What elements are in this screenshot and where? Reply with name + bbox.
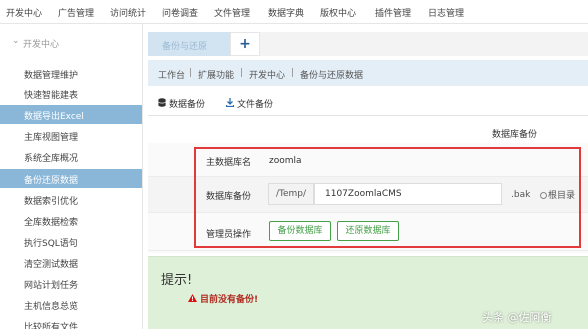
tab-label: 备份与还原 xyxy=(162,42,208,52)
menu-ads[interactable]: 广告管理 xyxy=(58,6,94,19)
breadcrumb-separator: | xyxy=(189,68,193,78)
sidebar-item-label: 比较所有文件 xyxy=(24,323,79,329)
sidebar-header[interactable]: ⌄ 开发中心 xyxy=(0,36,142,52)
sidebar-item-system-overview[interactable]: 系统全库概况 xyxy=(0,147,142,166)
notice-title: 提示! xyxy=(161,273,193,288)
sidebar-item-label: 主库视图管理 xyxy=(24,133,79,143)
sidebar-item-clear-test-data[interactable]: 清空测试数据 xyxy=(0,253,142,272)
sidebar-item-quick-table[interactable]: 快速智能建表 xyxy=(0,84,142,103)
sidebar-item-compare-files[interactable]: 比较所有文件 xyxy=(0,316,142,329)
notice-message: 目前没有备份! xyxy=(200,295,259,305)
sidebar-item-label: 数据导出Excel xyxy=(24,112,84,122)
sidebar-item-label: 数据索引优化 xyxy=(24,197,79,207)
watermark-text: 头条 @佐阿衡 xyxy=(482,311,552,324)
sidebar: ⌄ 开发中心 数据管理维护 快速智能建表 数据导出Excel 主库视图管理 系统… xyxy=(0,24,143,329)
database-icon xyxy=(158,98,166,110)
sidebar-item-view-management[interactable]: 主库视图管理 xyxy=(0,126,142,145)
add-tab-button[interactable]: + xyxy=(230,32,260,56)
sidebar-item-scheduled-tasks[interactable]: 网站计划任务 xyxy=(0,274,142,293)
tab-db-backup-label: 数据备份 xyxy=(169,100,206,110)
sidebar-item-backup-restore[interactable]: 备份还原数据 xyxy=(0,169,142,188)
breadcrumb-current: 备份与还原数据 xyxy=(300,71,364,81)
sidebar-item-label: 系统全库概况 xyxy=(24,154,79,164)
breadcrumb-separator: | xyxy=(291,68,295,78)
notice-message-row: 目前没有备份! xyxy=(188,292,258,305)
sidebar-header-label: 开发中心 xyxy=(23,40,60,50)
tab-backup-restore[interactable]: 备份与还原 xyxy=(148,32,230,56)
section-title-text: 数据库备份 xyxy=(492,130,538,140)
sidebar-item-index-optimize[interactable]: 数据索引优化 xyxy=(0,190,142,209)
tab-file-backup[interactable]: 文件备份 xyxy=(225,97,274,115)
sidebar-item-label: 主机信息总览 xyxy=(24,302,79,312)
sidebar-item-export-excel[interactable]: 数据导出Excel xyxy=(0,105,142,124)
chevron-down-icon: ⌄ xyxy=(12,36,20,46)
tab-db-backup[interactable]: 数据备份 xyxy=(158,97,206,115)
menu-files[interactable]: 文件管理 xyxy=(214,6,250,19)
highlight-box xyxy=(194,147,581,248)
tab-file-backup-label: 文件备份 xyxy=(237,100,274,110)
sidebar-item-exec-sql[interactable]: 执行SQL语句 xyxy=(0,232,142,251)
breadcrumb-extensions[interactable]: 扩展功能 xyxy=(198,68,234,81)
menu-survey[interactable]: 问卷调查 xyxy=(162,6,198,19)
top-menu-bar: 开发中心 广告管理 访问统计 问卷调查 文件管理 数据字典 版权中心 插件管理 … xyxy=(0,0,588,24)
warning-icon xyxy=(188,294,197,305)
tab-strip: 备份与还原 + xyxy=(148,32,588,56)
sidebar-item-label: 网站计划任务 xyxy=(24,281,79,291)
sidebar-item-label: 清空测试数据 xyxy=(24,260,79,270)
menu-logs[interactable]: 日志管理 xyxy=(428,6,464,19)
section-title: 数据库备份 xyxy=(148,124,588,142)
sidebar-item-label: 备份还原数据 xyxy=(24,176,79,186)
breadcrumb-separator: | xyxy=(240,68,244,78)
sidebar-item-label: 执行SQL语句 xyxy=(24,239,78,249)
sidebar-item-db-search[interactable]: 全库数据检索 xyxy=(0,211,142,230)
sidebar-item-label: 全库数据检索 xyxy=(24,218,79,228)
sidebar-item-label: 快速智能建表 xyxy=(24,91,79,101)
breadcrumb-workbench[interactable]: 工作台 xyxy=(158,68,185,81)
menu-dictionary[interactable]: 数据字典 xyxy=(268,6,304,19)
sidebar-item-host-info[interactable]: 主机信息总览 xyxy=(0,295,142,314)
download-icon xyxy=(225,98,235,110)
menu-dev-center[interactable]: 开发中心 xyxy=(6,6,42,19)
menu-stats[interactable]: 访问统计 xyxy=(110,6,146,19)
sidebar-item-label: 数据管理维护 xyxy=(24,71,79,81)
breadcrumb-dev-center[interactable]: 开发中心 xyxy=(249,68,285,81)
sidebar-item-data-maintenance[interactable]: 数据管理维护 xyxy=(0,64,142,83)
menu-copyright[interactable]: 版权中心 xyxy=(320,6,356,19)
menu-plugins[interactable]: 插件管理 xyxy=(375,6,411,19)
watermark: 头条 @佐阿衡 xyxy=(482,309,552,325)
breadcrumb: 工作台 | 扩展功能 | 开发中心 | 备份与还原数据 xyxy=(148,60,588,86)
subtabs: 数据备份 文件备份 xyxy=(148,92,588,116)
